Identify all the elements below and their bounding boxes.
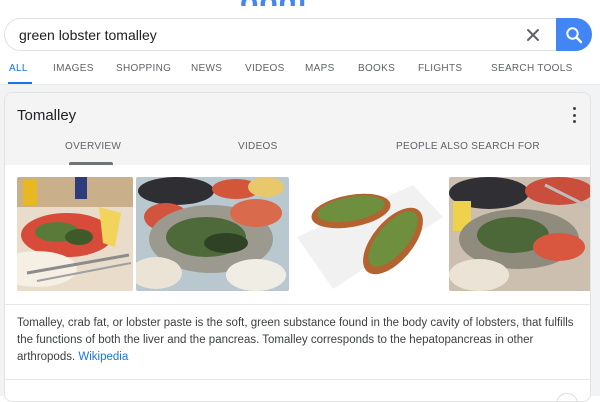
lobster-image-1[interactable] — [17, 177, 133, 291]
tab-overview[interactable]: OVERVIEW — [65, 141, 121, 152]
tab-people-also-search-for[interactable]: PEOPLE ALSO SEARCH FOR — [396, 141, 540, 152]
tab-card-videos[interactable]: VIDEOS — [238, 141, 278, 152]
active-tab-indicator — [8, 82, 32, 84]
tab-shopping[interactable]: SHOPPING — [116, 63, 171, 74]
more-options-icon[interactable] — [568, 107, 580, 123]
tab-news[interactable]: NEWS — [191, 63, 222, 74]
tab-flights[interactable]: FLIGHTS — [418, 63, 462, 74]
wikipedia-link[interactable]: Wikipedia — [78, 351, 128, 363]
search-icon — [566, 26, 583, 43]
lobster-image-2[interactable] — [136, 177, 289, 291]
tab-images[interactable]: IMAGES — [53, 63, 94, 74]
lobster-image-4[interactable] — [449, 177, 590, 291]
card-title: Tomalley — [17, 107, 77, 124]
tab-books[interactable]: BOOKS — [358, 63, 395, 74]
description: Tomalley, crab fat, or lobster paste is … — [17, 315, 579, 366]
divider — [5, 379, 590, 380]
search-input[interactable]: green lobster tomalley — [19, 27, 157, 43]
search-bar: green lobster tomalley — [4, 18, 592, 51]
expand-icon[interactable] — [556, 393, 578, 401]
search-button[interactable] — [556, 18, 592, 51]
tab-maps[interactable]: MAPS — [305, 63, 335, 74]
knowledge-panel: Tomalley OVERVIEW VIDEOS PEOPLE ALSO SEA… — [4, 92, 591, 402]
google-logo[interactable]: oogl — [240, 0, 360, 6]
tab-videos[interactable]: VIDEOS — [245, 63, 285, 74]
divider — [5, 304, 590, 305]
tab-all[interactable]: ALL — [9, 63, 28, 74]
clear-button[interactable] — [521, 23, 545, 47]
lobster-image-3[interactable] — [293, 177, 445, 291]
tab-search-tools[interactable]: SEARCH TOOLS — [491, 63, 573, 74]
image-carousel — [5, 177, 590, 295]
overview-indicator — [69, 162, 113, 165]
search-tabs: ALL IMAGES SHOPPING NEWS VIDEOS MAPS BOO… — [0, 58, 600, 85]
card-header — [5, 93, 590, 165]
close-icon — [527, 29, 539, 41]
